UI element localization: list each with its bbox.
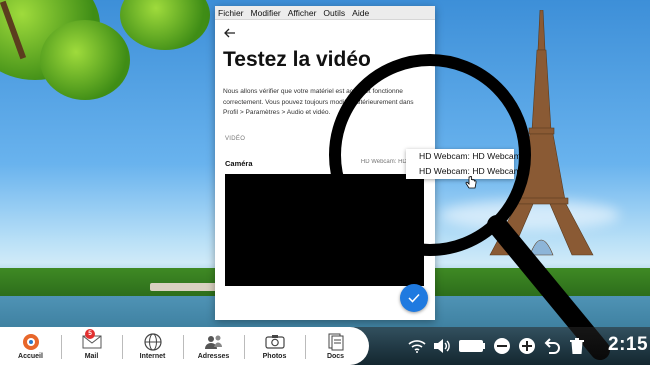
undo-icon[interactable] [543, 337, 561, 355]
dock-label: Internet [139, 352, 166, 360]
dropdown-option[interactable]: HD Webcam: HD Webcam [406, 164, 521, 179]
plus-icon[interactable] [518, 337, 536, 355]
camera-label: Caméra [225, 159, 253, 168]
video-preview [225, 174, 424, 286]
mail-badge: 5 [85, 329, 95, 339]
menu-fichier[interactable]: Fichier [218, 8, 244, 18]
dock-item-mail[interactable]: 5 Mail [61, 327, 122, 365]
hand-cursor-icon [465, 176, 477, 189]
wifi-icon[interactable] [408, 337, 426, 355]
dock-item-accueil[interactable]: Accueil [0, 327, 61, 365]
battery-icon [458, 337, 486, 355]
clock: 2:15 [608, 334, 649, 355]
page-title: Testez la vidéo [223, 48, 371, 71]
camera-icon [264, 333, 286, 351]
system-tray [408, 327, 586, 365]
camera-dropdown-menu: HD Webcam: HD Webcam HD Webcam: HD Webca… [406, 149, 521, 179]
menu-bar: Fichier Modifier Afficher Outils Aide [215, 6, 435, 20]
volume-icon[interactable] [433, 337, 451, 355]
description-text: Nous allons vérifier que votre matériel … [223, 88, 414, 116]
menu-afficher[interactable]: Afficher [288, 8, 317, 18]
globe-icon [142, 332, 164, 351]
home-logo-icon [20, 333, 42, 351]
checkmark-icon [408, 293, 420, 303]
dock: Accueil 5 Mail Internet Adresses Photos … [0, 327, 369, 365]
dock-label: Photos [262, 352, 287, 360]
trash-icon[interactable] [568, 337, 586, 355]
dock-item-adresses[interactable]: Adresses [183, 327, 244, 365]
menu-outils[interactable]: Outils [323, 8, 345, 18]
dock-label: Mail [84, 352, 99, 360]
documents-icon [325, 333, 347, 351]
dock-item-photos[interactable]: Photos [244, 327, 305, 365]
contacts-icon [203, 333, 225, 351]
menu-aide[interactable]: Aide [352, 8, 369, 18]
section-label-video: VIDÉO [225, 136, 246, 142]
menu-modifier[interactable]: Modifier [251, 8, 281, 18]
dock-label: Adresses [197, 352, 230, 360]
arrow-left-icon[interactable] [223, 26, 239, 42]
minus-icon[interactable] [493, 337, 511, 355]
dock-item-docs[interactable]: Docs [305, 327, 366, 365]
dropdown-option[interactable]: HD Webcam: HD Webcam [406, 149, 521, 164]
dock-item-internet[interactable]: Internet [122, 327, 183, 365]
dock-label: Accueil [18, 352, 43, 360]
eiffel-tower-graphic [489, 10, 594, 256]
video-test-window: Fichier Modifier Afficher Outils Aide Te… [215, 6, 435, 320]
dock-label: Docs [326, 352, 345, 360]
confirm-button[interactable] [400, 284, 428, 312]
taskbar: Accueil 5 Mail Internet Adresses Photos … [0, 327, 650, 365]
